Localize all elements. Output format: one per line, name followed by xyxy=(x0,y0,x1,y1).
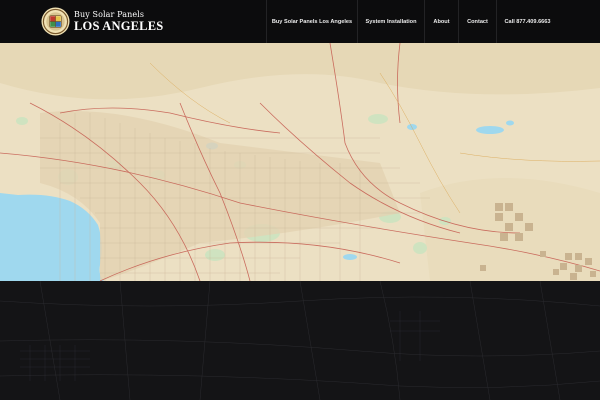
logo-title-line1: Buy Solar Panels xyxy=(74,9,145,19)
nav-system-installation[interactable]: System Installation xyxy=(357,0,424,43)
site-logo[interactable]: Buy Solar Panels LOS ANGELES xyxy=(41,0,163,43)
site-header: Buy Solar Panels LOS ANGELES Buy Solar P… xyxy=(0,0,600,43)
main-nav: Buy Solar Panels Los Angeles System Inst… xyxy=(266,0,558,43)
nav-call-phone[interactable]: Call 877.409.6663 xyxy=(496,0,558,43)
nav-about[interactable]: About xyxy=(424,0,458,43)
logo-title-line2: LOS ANGELES xyxy=(74,18,164,33)
dark-street-map-image xyxy=(0,281,600,400)
street-map-image xyxy=(0,43,600,281)
city-seal-icon xyxy=(41,7,70,36)
nav-contact[interactable]: Contact xyxy=(458,0,496,43)
nav-buy-solar-panels[interactable]: Buy Solar Panels Los Angeles xyxy=(266,0,357,43)
